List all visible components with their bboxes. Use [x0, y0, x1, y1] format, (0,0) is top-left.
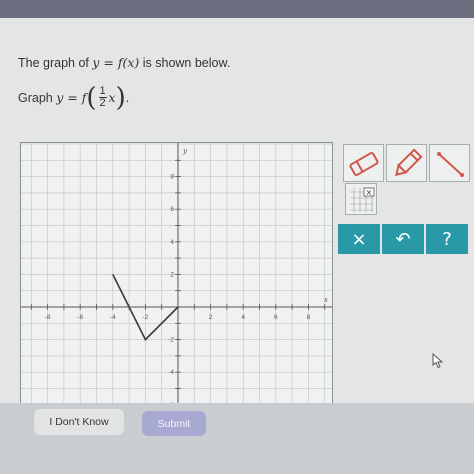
grid-icon: × — [350, 187, 375, 212]
x-tick-label: 4 — [241, 314, 245, 321]
clear-button[interactable]: × — [338, 224, 380, 254]
x-tick-label: 6 — [274, 314, 278, 321]
x-tick-label: -2 — [143, 314, 149, 321]
fraction: 12 — [98, 85, 107, 109]
x-tick-label: -6 — [77, 314, 83, 321]
dont-know-button[interactable]: I Don't Know — [34, 409, 124, 435]
graph-area[interactable]: -8-6-4-224688642-2-4-6xy — [20, 142, 333, 404]
submit-button[interactable]: Submit — [142, 411, 206, 436]
line-segment-icon — [437, 152, 464, 177]
y-tick-label: 4 — [170, 239, 174, 246]
x-axis-label: x — [324, 296, 328, 304]
eraser-tool[interactable] — [343, 144, 384, 182]
y-tick-label: 6 — [170, 206, 174, 213]
mouse-cursor-icon — [432, 352, 444, 369]
transform-expression: y = f — [56, 90, 87, 105]
pencil-icon — [395, 148, 423, 176]
eraser-icon — [349, 152, 379, 176]
grid-toggle[interactable]: × — [345, 183, 377, 215]
x-tick-label: -4 — [110, 314, 116, 321]
help-button[interactable]: ? — [426, 224, 468, 254]
question-line-1: The graph of y = f(x) is shown below. — [18, 55, 231, 70]
y-axis-label: y — [182, 147, 188, 155]
segment-tool[interactable] — [429, 144, 470, 182]
y-tick-label: 8 — [170, 174, 174, 181]
question-line-2: Graph y = f ( 12 x ) . — [18, 82, 130, 113]
x-tick-label: -8 — [45, 314, 51, 321]
y-tick-label: -2 — [168, 337, 174, 344]
pencil-tool[interactable] — [386, 144, 427, 182]
svg-text:×: × — [366, 188, 373, 197]
x-tick-label: 2 — [209, 314, 213, 321]
top-bar — [0, 0, 474, 18]
y-tick-label: 2 — [170, 271, 174, 278]
y-tick-label: -4 — [168, 369, 174, 376]
undo-button[interactable]: ↶ — [382, 224, 424, 254]
x-tick-label: 8 — [307, 314, 311, 321]
function-expression: y = f(x) — [92, 55, 140, 70]
coordinate-grid[interactable]: -8-6-4-224688642-2-4-6xy — [21, 143, 333, 404]
